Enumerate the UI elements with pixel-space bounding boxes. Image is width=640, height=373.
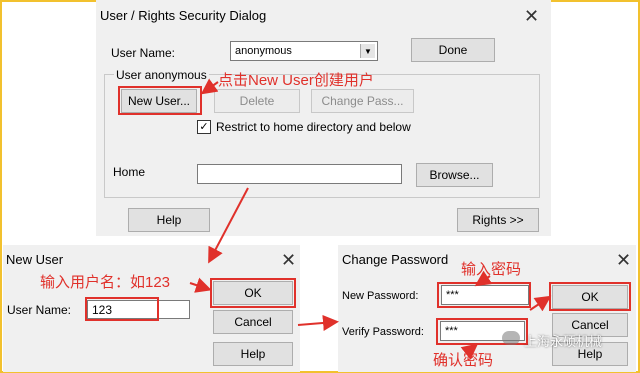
browse-button[interactable]: Browse...	[416, 163, 493, 187]
home-label: Home	[113, 165, 146, 179]
annotation-enter-password: 输入密码	[461, 261, 522, 278]
close-icon[interactable]: ✕	[616, 251, 631, 269]
user-name-select-value: anonymous	[235, 45, 292, 57]
new-user-dialog-title: New User	[6, 252, 64, 267]
annotation-click-new-user: 点击New User创建用户	[218, 72, 374, 89]
user-name-label: User Name:	[111, 46, 176, 60]
new-password-highlight	[437, 282, 531, 308]
new-user-highlight	[118, 86, 202, 115]
user-name-select[interactable]: anonymous ▼	[230, 41, 378, 61]
restrict-label: Restrict to home directory and below	[216, 120, 411, 134]
watermark-text: 上海永硕机械	[524, 334, 603, 349]
new-user-ok-highlight	[210, 278, 296, 308]
close-icon[interactable]: ✕	[524, 7, 539, 25]
done-button[interactable]: Done	[411, 38, 495, 62]
delete-button[interactable]: Delete	[214, 89, 300, 113]
help-button[interactable]: Help	[128, 208, 210, 232]
change-password-dialog-title: Change Password	[342, 252, 449, 267]
rights-button[interactable]: Rights >>	[457, 208, 539, 232]
annotation-enter-username: 输入用户名：如123	[40, 274, 171, 291]
home-input[interactable]	[197, 164, 402, 184]
restrict-checkbox[interactable]: ✓	[197, 120, 211, 134]
user-group-label: User anonymous	[114, 68, 209, 82]
annotation-confirm-password: 确认密码	[433, 352, 494, 369]
change-password-ok-highlight	[549, 282, 631, 311]
chevron-down-icon[interactable]: ▼	[360, 44, 375, 58]
wechat-icon	[502, 331, 520, 345]
new-user-name-highlight	[85, 297, 159, 321]
verify-password-label: Verify Password:	[342, 326, 424, 338]
new-user-cancel-button[interactable]: Cancel	[213, 310, 293, 334]
change-pass-button[interactable]: Change Pass...	[311, 89, 414, 113]
user-rights-dialog-title: User / Rights Security Dialog	[100, 8, 267, 23]
new-password-label: New Password:	[342, 290, 419, 302]
close-icon[interactable]: ✕	[281, 251, 296, 269]
new-user-name-label: User Name:	[7, 303, 72, 317]
new-user-help-button[interactable]: Help	[213, 342, 293, 366]
